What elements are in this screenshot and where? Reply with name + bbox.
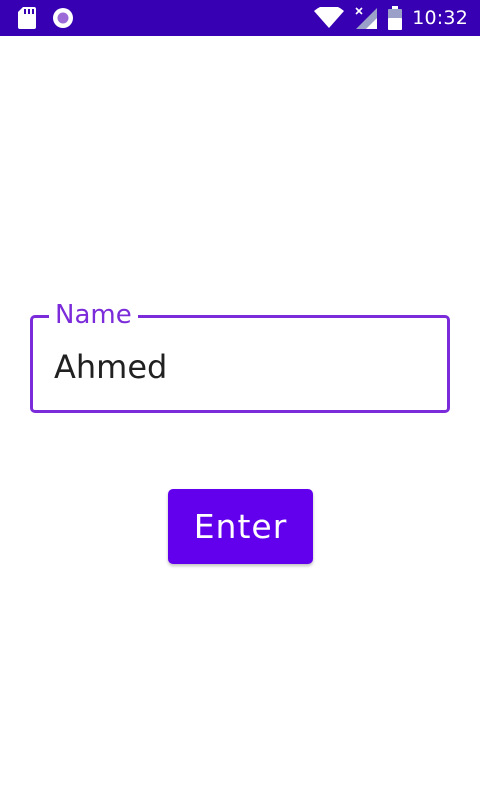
wifi-icon bbox=[314, 7, 345, 29]
name-input[interactable] bbox=[54, 346, 424, 388]
battery-icon bbox=[388, 6, 403, 30]
name-field[interactable]: Name bbox=[30, 299, 450, 413]
enter-button[interactable]: Enter bbox=[168, 489, 313, 564]
status-time: 10:32 bbox=[412, 7, 468, 29]
sd-card-icon bbox=[18, 7, 36, 29]
status-left-group bbox=[18, 7, 74, 29]
status-bar: 10:32 bbox=[0, 0, 480, 36]
cell-signal-off-icon bbox=[354, 6, 378, 30]
record-icon bbox=[52, 7, 74, 29]
name-field-label: Name bbox=[49, 299, 138, 331]
status-right-group: 10:32 bbox=[314, 5, 468, 31]
